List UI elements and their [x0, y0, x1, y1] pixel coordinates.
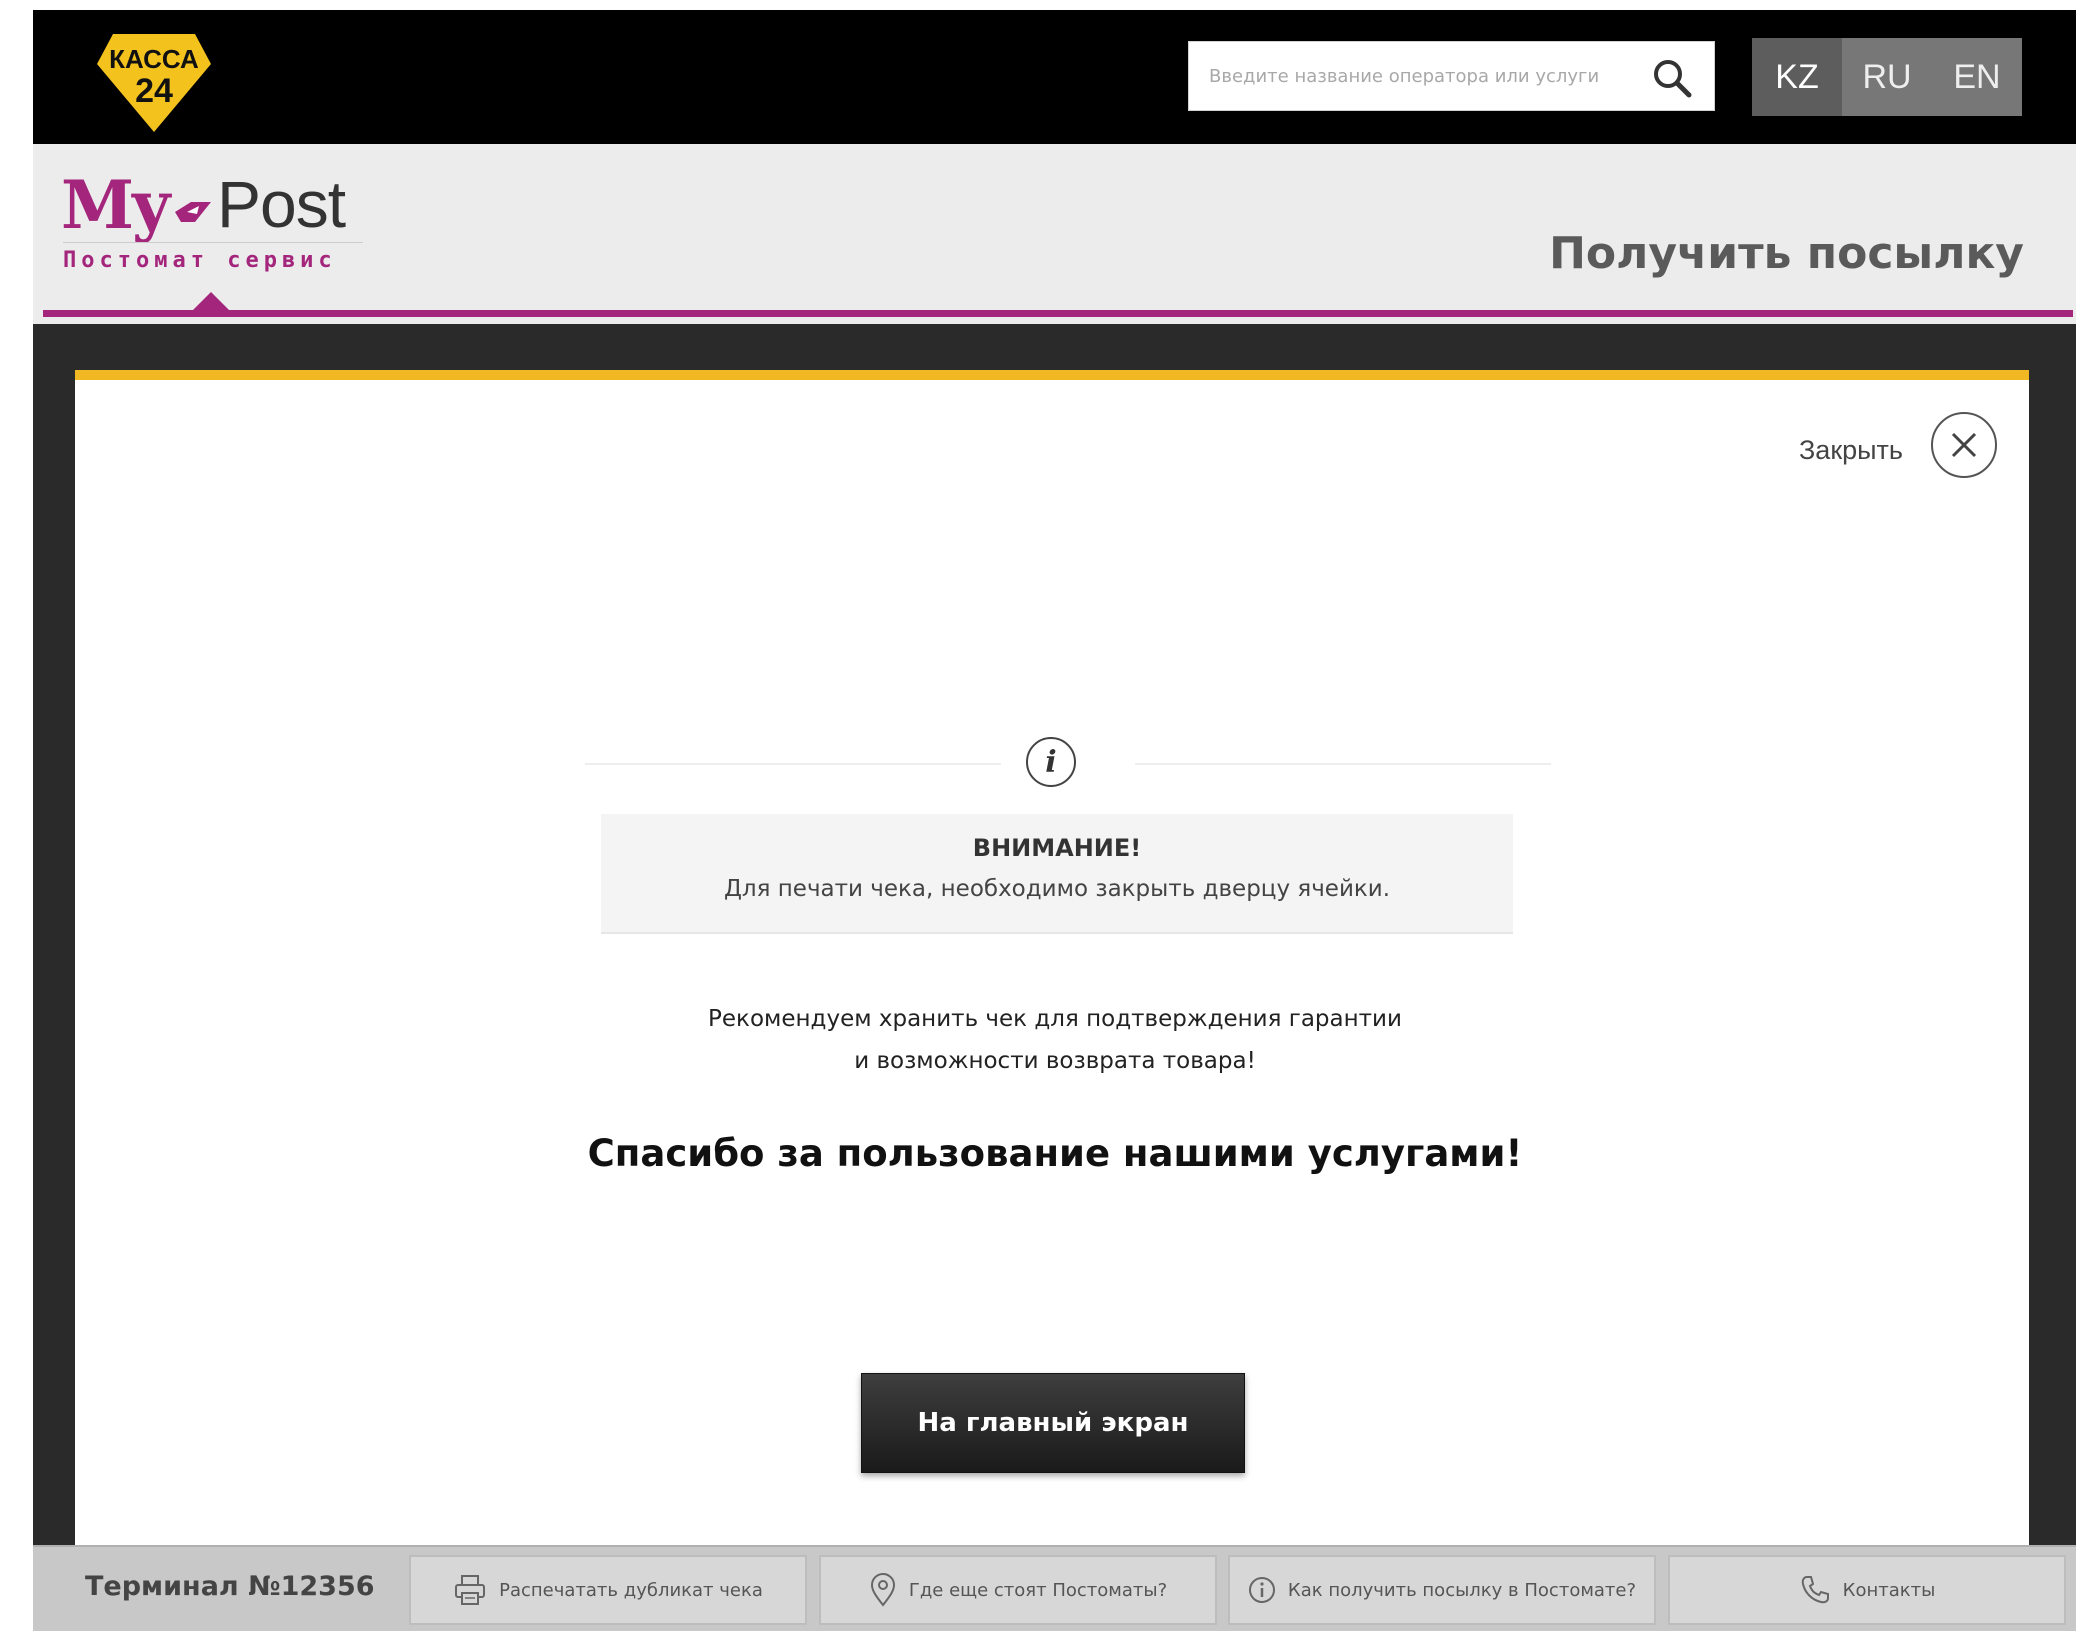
app-frame: КАССА 24 KZ RU EN My Post Постомат серви… [33, 10, 2076, 1631]
terminal-number: Терминал №12356 [85, 1571, 375, 1602]
locations-label: Где еще стоят Постоматы? [908, 1579, 1168, 1601]
kassa24-logo[interactable]: КАССА 24 [93, 28, 215, 136]
info-small-icon [1248, 1577, 1275, 1603]
how-to-receive-button[interactable]: Как получить посылку в Постомате? [1228, 1555, 1656, 1625]
divider-left [585, 763, 1001, 765]
printer-icon [455, 1575, 486, 1605]
alert-text: Для печати чека, необходимо закрыть двер… [723, 876, 1391, 902]
home-screen-button[interactable]: На главный экран [861, 1373, 1245, 1473]
header-notch [193, 292, 229, 310]
location-pin-icon [870, 1573, 895, 1607]
sub-header: My Post Постомат сервис Получить посылку [33, 144, 2076, 324]
alert-box: ВНИМАНИЕ! Для печати чека, необходимо за… [601, 814, 1513, 934]
logo-text-line2: 24 [135, 72, 173, 110]
divider-right [1135, 763, 1551, 765]
phone-icon [1801, 1576, 1829, 1604]
brand-subtitle: Постомат сервис [63, 248, 337, 273]
brand-name-post: Post [217, 167, 346, 241]
search-input[interactable] [1209, 42, 1649, 110]
search-box [1188, 41, 1715, 111]
page-title: Получить посылку [1549, 228, 2024, 279]
close-button[interactable] [1931, 412, 1997, 478]
recommendation-line-1: Рекомендуем хранить чек для подтверждени… [708, 1006, 1402, 1032]
locations-button[interactable]: Где еще стоят Постоматы? [819, 1555, 1217, 1625]
logo-text-line1: КАССА [109, 44, 199, 74]
info-modal: Закрыть i ВНИМАНИЕ! Для печати чека, нео… [75, 370, 2029, 1550]
info-icon: i [1026, 737, 1076, 787]
close-label[interactable]: Закрыть [1799, 435, 1903, 466]
print-duplicate-label: Распечатать дубликат чека [499, 1579, 763, 1601]
brand-envelope-icon [175, 202, 211, 222]
lang-button-kz[interactable]: KZ [1752, 38, 1842, 116]
search-icon[interactable] [1652, 58, 1692, 98]
alert-title: ВНИМАНИЕ! [972, 834, 1142, 862]
recommendation-line-2: и возможности возврата товара! [854, 1048, 1256, 1074]
lang-button-en[interactable]: EN [1932, 38, 2022, 116]
contacts-button[interactable]: Контакты [1668, 1555, 2066, 1625]
how-to-receive-label: Как получить посылку в Постомате? [1287, 1579, 1637, 1601]
footer-bar: Терминал №12356 Распечатать дубликат чек… [33, 1545, 2076, 1631]
brand-divider [63, 242, 363, 243]
recommendation-text: Рекомендуем хранить чек для подтверждени… [555, 998, 1555, 1082]
top-bar: КАССА 24 KZ RU EN [33, 10, 2076, 144]
print-duplicate-button[interactable]: Распечатать дубликат чека [409, 1555, 807, 1625]
contacts-label: Контакты [1842, 1579, 1936, 1601]
header-accent-bar [43, 310, 2073, 317]
close-icon [1951, 432, 1977, 458]
brand-name-my: My [61, 166, 170, 244]
lang-button-ru[interactable]: RU [1842, 38, 1932, 116]
thanks-message: Спасибо за пользование нашими услугами! [587, 1132, 1523, 1175]
